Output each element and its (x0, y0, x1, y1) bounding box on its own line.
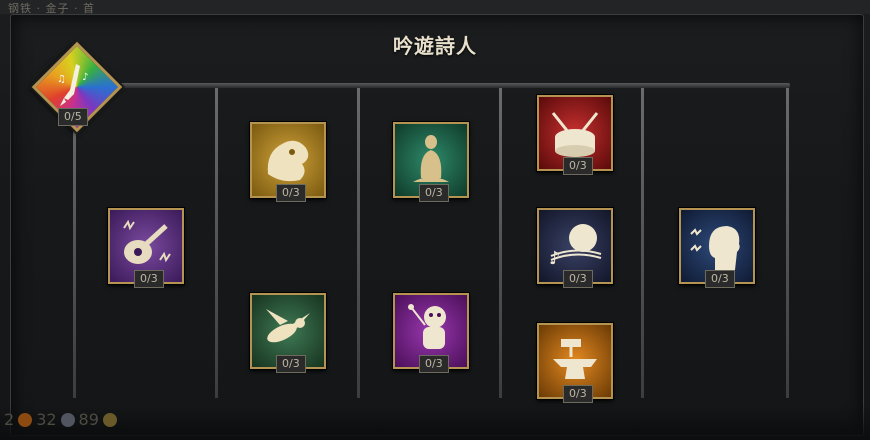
skill-points: 0/3 (276, 184, 306, 202)
talent-panel: 钢铁 · 金子 · 首 吟遊詩人 ♪ ♫ 0/5 0/3 0/3 0/3 0/3… (0, 0, 870, 440)
svg-text:♫: ♫ (57, 74, 66, 85)
skill-meditation[interactable]: 0/3 (393, 122, 469, 202)
skill-hornet[interactable]: 0/3 (250, 293, 326, 373)
svg-text:♪: ♪ (82, 72, 88, 83)
tier-rail (118, 83, 790, 88)
bottom-fade (0, 404, 870, 440)
skill-lute[interactable]: 0/3 (108, 208, 184, 288)
tier-divider (357, 88, 360, 398)
skill-points: 0/3 (419, 184, 449, 202)
skill-points: 0/3 (563, 385, 593, 403)
tree-title: 吟遊詩人 (393, 34, 477, 58)
skill-points: 0/3 (134, 270, 164, 288)
tier-divider (641, 88, 644, 398)
currency-c: 89 (78, 410, 99, 429)
tier-divider (786, 88, 789, 398)
svg-text:♪: ♪ (549, 248, 561, 269)
currency-b: 32 (36, 410, 57, 429)
tier-divider (215, 88, 218, 398)
badge-points: 0/5 (58, 108, 88, 126)
skill-points: 0/3 (705, 270, 735, 288)
skill-night-song[interactable]: ♪ 0/3 (537, 208, 613, 288)
skill-points: 0/3 (419, 355, 449, 373)
top-strip: 钢铁 · 金子 · 首 (0, 0, 870, 15)
skill-points: 0/3 (563, 270, 593, 288)
gold-coin-icon (102, 412, 117, 427)
tier-divider (73, 88, 76, 398)
bard-rainbow-icon: ♪ ♫ (57, 64, 88, 106)
silver-coin-icon (60, 412, 75, 427)
skill-shout[interactable]: 0/3 (679, 208, 755, 288)
currency-bar: 2 32 89 (4, 410, 117, 429)
skill-war-drum[interactable]: 0/3 (537, 95, 613, 175)
currency-a: 2 (4, 410, 15, 429)
skill-voodoo-doll[interactable]: 0/3 (393, 293, 469, 373)
tier-divider (499, 88, 502, 398)
copper-coin-icon (18, 412, 33, 427)
skill-golden-beast[interactable]: 0/3 (250, 122, 326, 202)
skill-anvil[interactable]: 0/3 (537, 323, 613, 403)
skill-points: 0/3 (563, 157, 593, 175)
skill-points: 0/3 (276, 355, 306, 373)
